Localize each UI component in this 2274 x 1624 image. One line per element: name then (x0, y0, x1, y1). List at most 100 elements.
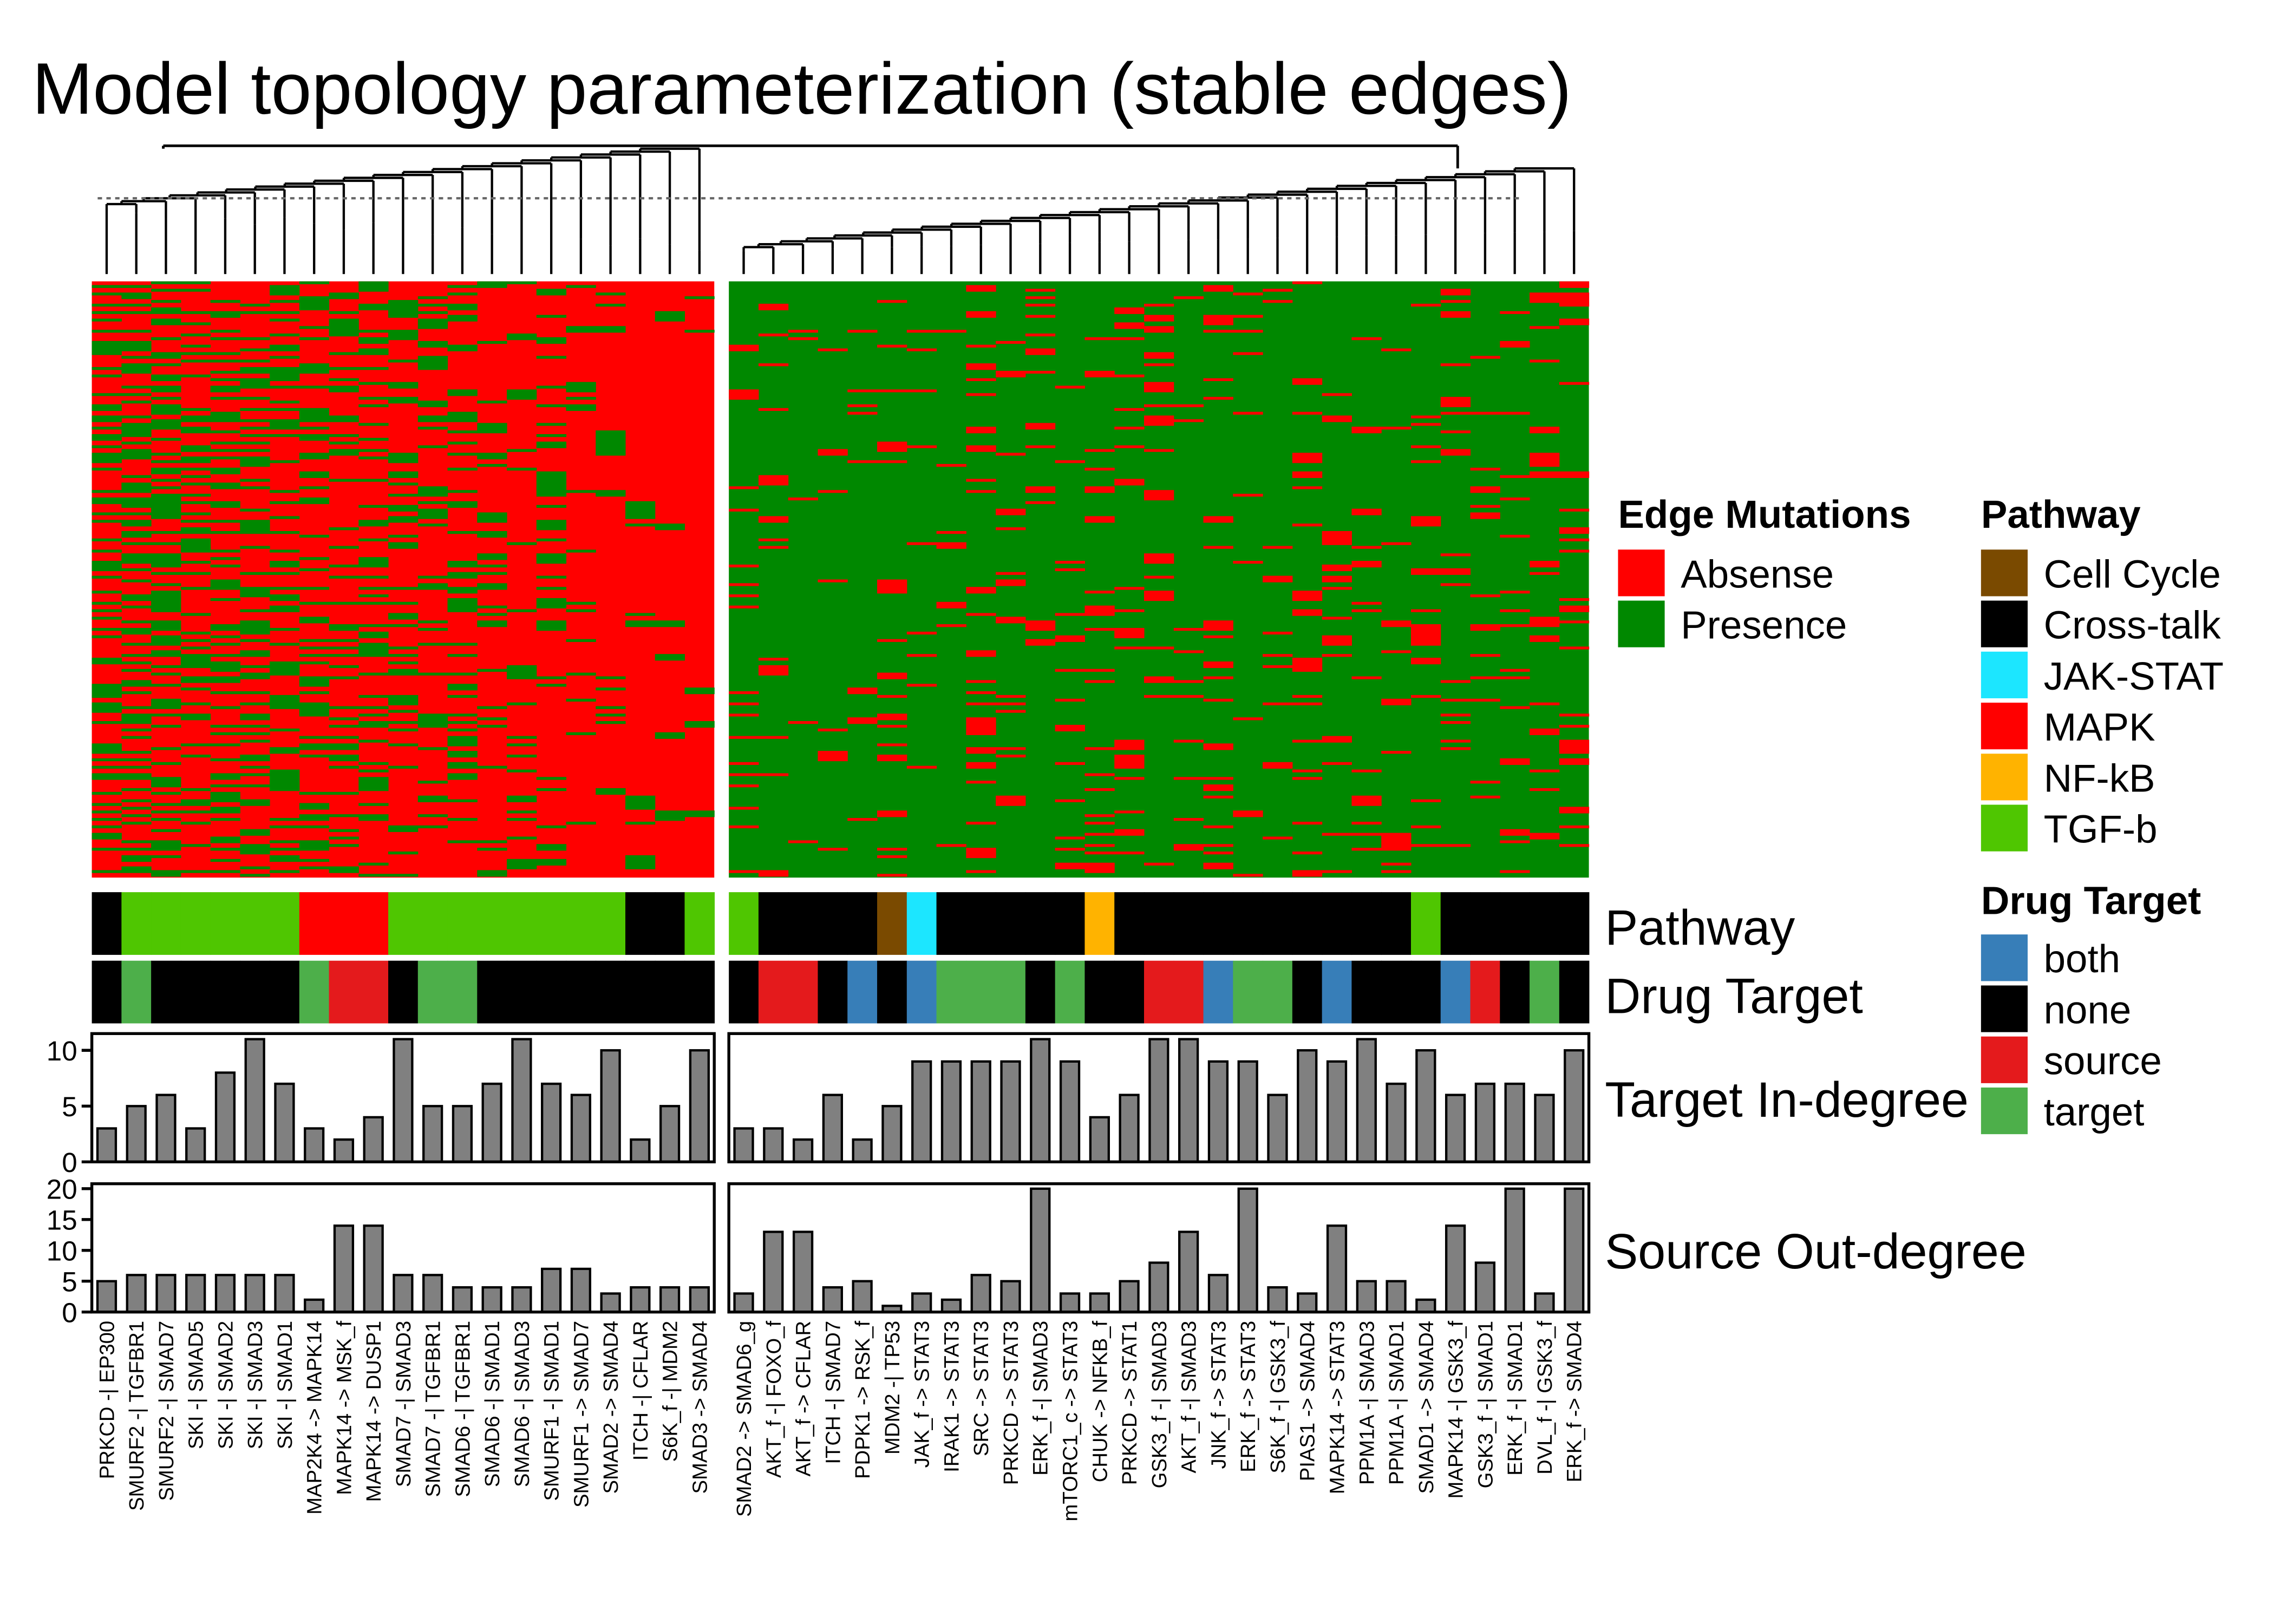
heatmap-cell (180, 743, 211, 746)
heatmap-cell (388, 851, 419, 855)
heatmap-cell (996, 747, 1026, 750)
heatmap-cell (180, 844, 211, 847)
heatmap-cell (847, 404, 878, 408)
heatmap-cell (1292, 777, 1323, 780)
heatmap-cell (1203, 784, 1233, 791)
heatmap-cell (210, 598, 240, 601)
heatmap-cell (1351, 795, 1382, 806)
drug-target-cell-none (507, 960, 537, 1024)
heatmap-cell (1055, 698, 1085, 702)
heatmap-cell (1203, 743, 1233, 750)
heatmap-cell (655, 810, 685, 821)
legend-swatch-jak-stat (1981, 651, 2028, 698)
out-degree-bar (1178, 1230, 1199, 1313)
heatmap-cell (358, 330, 389, 333)
drug-target-track-label: Drug Target (1605, 969, 1863, 1024)
heatmap-cell (1559, 739, 1590, 754)
heatmap-cell (92, 627, 122, 631)
heatmap-cell (1322, 415, 1352, 422)
heatmap-cell (1500, 676, 1530, 679)
column-label: ITCH -| CFLAR (629, 1321, 652, 1461)
drug-target-cell-none (1351, 960, 1382, 1024)
heatmap-cell (299, 601, 330, 605)
heatmap-cell (477, 553, 507, 560)
heatmap-cell (388, 482, 419, 486)
heatmap-cell (1292, 609, 1323, 616)
heatmap-cell (240, 546, 270, 549)
heatmap-cell (1055, 613, 1085, 616)
heatmap-cell (270, 695, 300, 709)
heatmap-cell (121, 788, 152, 791)
heatmap-cell (477, 870, 507, 877)
heatmap-cell (92, 367, 122, 370)
heatmap-cell (417, 304, 448, 307)
heatmap-cell (1559, 471, 1590, 478)
heatmap-cell (210, 654, 240, 657)
heatmap-cell (877, 441, 907, 452)
heatmap-cell (151, 300, 181, 303)
out-degree-tick-label: 5 (62, 1267, 77, 1298)
heatmap-cell (417, 627, 448, 631)
drug-target-cell-target (966, 960, 996, 1024)
heatmap-cell (270, 285, 300, 296)
heatmap-cell (447, 285, 478, 288)
heatmap-cell (1263, 702, 1293, 705)
heatmap-cell (566, 698, 596, 702)
legend-swatch-presence (1618, 600, 1665, 647)
heatmap-cell (299, 408, 330, 422)
column-label: SMAD2 -> SMAD4 (599, 1321, 623, 1494)
heatmap-cell (1559, 844, 1590, 847)
out-degree-bar (304, 1298, 325, 1313)
heatmap-cell (1440, 311, 1471, 318)
drug-target-cell-none (1084, 960, 1115, 1024)
heatmap-cell (1263, 762, 1293, 769)
drug-target-cell-target (996, 960, 1026, 1024)
heatmap-cell (240, 724, 270, 728)
heatmap-cell (121, 330, 152, 333)
heatmap-cell (270, 587, 300, 590)
heatmap-cell (906, 445, 937, 448)
heatmap-cell (507, 281, 537, 285)
heatmap-cell (240, 784, 270, 788)
in-degree-bar (911, 1060, 932, 1163)
heatmap-cell (299, 617, 330, 624)
heatmap-cell (210, 579, 240, 590)
heatmap-cell (210, 724, 240, 728)
heatmap-cell (596, 676, 626, 679)
heatmap-cell (92, 404, 122, 411)
pathway-cell-cell-cycle (877, 892, 907, 955)
heatmap-cell (566, 609, 596, 612)
pathway-cell-cross-talk (1530, 892, 1560, 955)
in-degree-bar (1474, 1082, 1496, 1163)
heatmap-cell (180, 352, 211, 355)
heatmap-cell (729, 605, 759, 608)
heatmap-cell (121, 680, 152, 687)
legend-label-nf-kb: NF-kB (2044, 756, 2155, 800)
heatmap-cell (596, 490, 626, 497)
heatmap-cell (758, 516, 789, 523)
drug-target-cell-target (936, 960, 967, 1024)
heatmap-cell (477, 281, 507, 288)
in-degree-bar (126, 1105, 147, 1163)
heatmap-cell (270, 490, 300, 493)
out-degree-bar (481, 1286, 502, 1313)
in-degree-bar (763, 1127, 784, 1163)
heatmap-cell (758, 408, 789, 411)
legend-swatch-nf-kb (1981, 754, 2028, 801)
heatmap-cell (270, 627, 300, 631)
heatmap-cell (507, 609, 537, 612)
heatmap-cell (151, 486, 181, 489)
heatmap-cell (270, 769, 300, 791)
heatmap-cell (121, 542, 152, 545)
heatmap-cell (329, 564, 359, 568)
heatmap-cell (358, 594, 389, 598)
heatmap-cell (121, 620, 152, 624)
heatmap-cell (996, 710, 1026, 713)
in-degree-bar (1119, 1093, 1140, 1163)
heatmap-cell (507, 542, 537, 545)
heatmap-cell (1440, 430, 1471, 434)
column-label: PDPK1 -> RSK_f (851, 1320, 874, 1478)
heatmap-cell (447, 721, 478, 724)
heatmap-cell (151, 281, 181, 285)
heatmap-cell (1143, 591, 1174, 601)
